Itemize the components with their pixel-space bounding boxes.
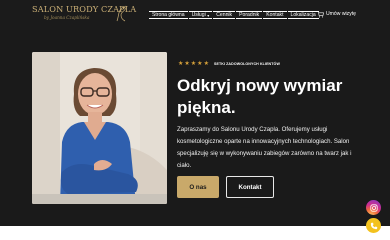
contact-button[interactable]: Kontakt (226, 176, 274, 198)
cart-icon (317, 10, 324, 17)
star-icon: ★ (197, 61, 203, 67)
nav-label: Lokalizacja (290, 12, 316, 18)
book-appointment-label: Umów wizytę (326, 11, 357, 17)
rating-label: SETKI ZADOWOLONYCH KLIENTÓW (213, 62, 280, 66)
star-icon: ★ (178, 61, 184, 67)
nav-item-home[interactable]: Strona główna (149, 11, 188, 19)
headline-line-1: Odkryj nowy wymiar (177, 76, 343, 95)
logo-signature: by Joanna Czaplińska (44, 15, 90, 20)
hero-headline: Odkryj nowy wymiar piękna. (177, 75, 377, 119)
hero-photo-cosmetologist (32, 52, 167, 204)
main-nav: Strona główna Usługi ▾ Cennik Poradnik K… (149, 10, 319, 20)
nav-label: Kontakt (266, 12, 284, 18)
nav-item-contact[interactable]: Kontakt (263, 11, 287, 19)
nav-item-services[interactable]: Usługi ▾ (188, 11, 213, 19)
book-appointment-link[interactable]: Umów wizytę (317, 9, 356, 19)
about-us-button[interactable]: O nas (177, 176, 219, 198)
instagram-floating-button[interactable] (366, 200, 381, 215)
headline-line-2: piękna. (177, 98, 236, 117)
rating-badge: ★ ★ ★ ★ ★ SETKI ZADOWOLONYCH KLIENTÓW (178, 61, 280, 67)
nav-item-location[interactable]: Lokalizacja (287, 11, 319, 19)
nav-item-guide[interactable]: Poradnik (236, 11, 263, 19)
heron-logo-icon (116, 5, 127, 22)
nav-label: Strona główna (152, 12, 185, 18)
cosmetologist-illustration (32, 52, 167, 204)
star-icon: ★ (184, 61, 190, 67)
nav-item-pricing[interactable]: Cennik (213, 11, 236, 19)
hero-intro-text: Zapraszamy do Salonu Urody Czapla. Oferu… (177, 126, 352, 169)
star-icon: ★ (203, 61, 209, 67)
chevron-down-icon: ▾ (207, 12, 210, 18)
star-icon: ★ (190, 61, 197, 67)
salon-logo[interactable]: SALON URODY CZAPLA by Joanna Czaplińska (32, 3, 136, 27)
nav-label: Cennik (216, 12, 233, 18)
nav-label: Usługi (191, 12, 206, 18)
instagram-icon (369, 203, 378, 212)
phone-icon (370, 222, 377, 229)
phone-floating-button[interactable] (366, 218, 381, 233)
next-section-edge (0, 226, 390, 240)
site-header: SALON URODY CZAPLA by Joanna Czaplińska … (0, 0, 390, 30)
nav-label: Poradnik (239, 12, 260, 18)
